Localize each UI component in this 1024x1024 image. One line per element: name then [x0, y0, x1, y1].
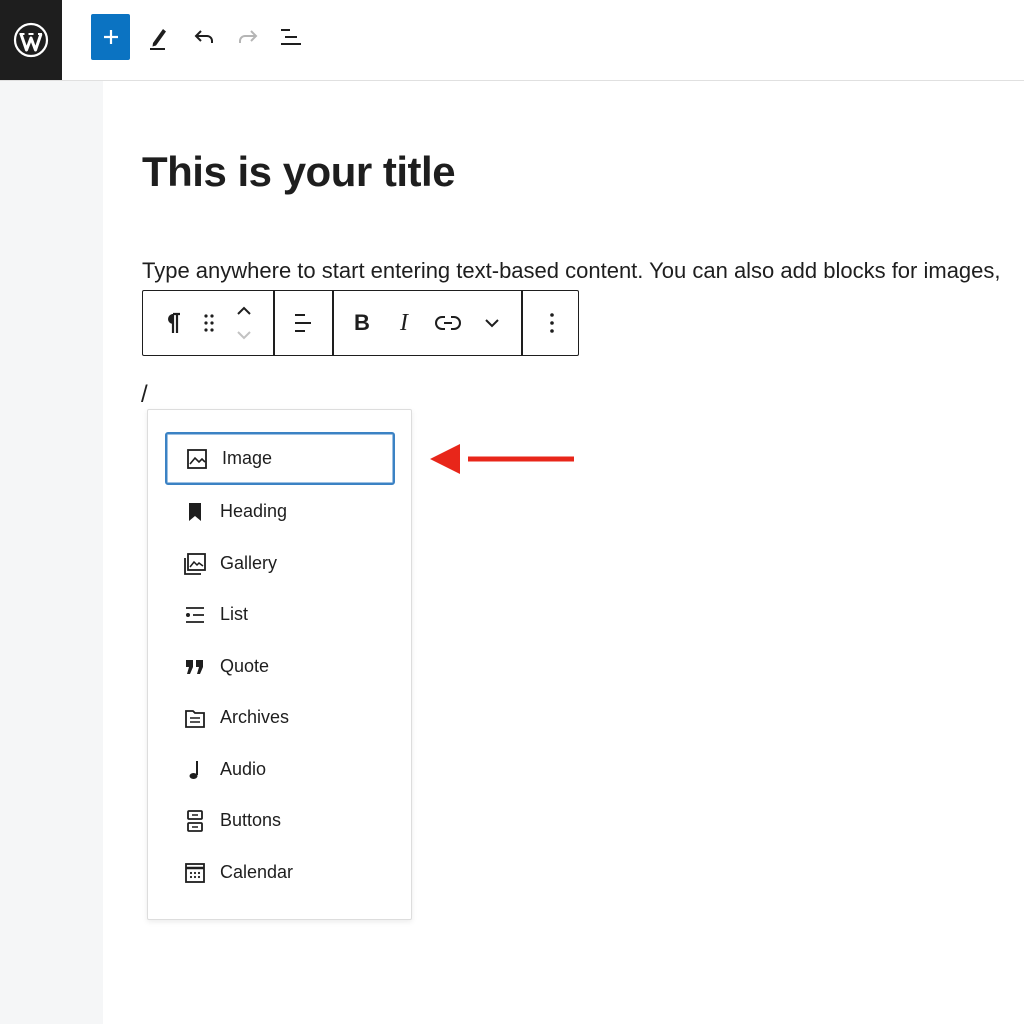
add-block-button[interactable] — [91, 14, 130, 60]
list-view-button[interactable] — [271, 14, 311, 60]
red-arrow-annotation — [430, 444, 574, 474]
pen-icon — [150, 29, 166, 50]
link-button[interactable] — [431, 291, 465, 355]
gallery-icon — [183, 552, 207, 576]
wordpress-logo-icon[interactable] — [0, 0, 62, 80]
bookmark-icon — [183, 500, 207, 524]
tools-button[interactable] — [138, 14, 178, 60]
redo-button[interactable] — [228, 14, 268, 60]
move-up-down-icon — [237, 306, 251, 340]
inserter-item-buttons[interactable]: Buttons — [165, 794, 395, 847]
more-formatting-button[interactable] — [477, 291, 507, 355]
bold-icon: B — [354, 310, 370, 335]
toolbar-separator — [332, 291, 334, 355]
drag-handle-icon — [204, 314, 214, 332]
align-button[interactable] — [283, 291, 323, 355]
post-title[interactable]: This is your title — [142, 148, 456, 196]
buttons-icon — [183, 809, 207, 833]
archive-icon — [183, 706, 207, 730]
more-options-icon — [550, 313, 554, 333]
align-icon — [295, 314, 311, 332]
italic-icon: I — [400, 309, 408, 336]
list-icon — [183, 603, 207, 627]
inserter-item-calendar[interactable]: Calendar — [165, 846, 395, 899]
drag-handle[interactable] — [195, 291, 223, 355]
undo-icon — [194, 30, 213, 43]
inserter-item-label: Calendar — [220, 862, 294, 882]
inserter-item-quote[interactable]: Quote — [165, 640, 395, 693]
inserter-item-image[interactable]: Image — [165, 432, 395, 485]
inserter-item-archives[interactable]: Archives — [165, 691, 395, 744]
italic-button[interactable]: I — [389, 291, 419, 355]
list-view-icon — [281, 29, 301, 45]
redo-icon — [239, 30, 258, 43]
options-button[interactable] — [537, 291, 567, 355]
quote-icon — [183, 655, 207, 679]
plus-icon — [103, 30, 118, 44]
inserter-item-list[interactable]: List — [165, 588, 395, 641]
inserter-item-label: List — [220, 604, 249, 624]
toolbar-separator — [521, 291, 523, 355]
image-icon — [185, 447, 209, 471]
link-icon — [435, 316, 461, 330]
inserter-item-audio[interactable]: Audio — [165, 743, 395, 796]
bold-button[interactable]: B — [347, 291, 377, 355]
paragraph-icon — [168, 312, 180, 333]
inserter-item-label: Heading — [220, 501, 288, 521]
inserter-item-label: Image — [222, 448, 273, 468]
inserter-item-label: Archives — [220, 707, 290, 727]
undo-button[interactable] — [184, 14, 224, 60]
slash-inserter-popover: Image Heading Gallery List Quote Archive… — [147, 409, 412, 920]
inserter-item-label: Quote — [220, 656, 270, 676]
move-up-down-button[interactable] — [229, 291, 259, 355]
music-note-icon — [183, 758, 207, 782]
block-type-button[interactable] — [157, 291, 189, 355]
chevron-down-icon — [485, 319, 499, 328]
editor-header — [0, 0, 1024, 81]
toolbar-separator — [273, 291, 275, 355]
paragraph-block[interactable]: Type anywhere to start entering text-bas… — [142, 258, 1012, 284]
calendar-icon — [183, 861, 207, 885]
inserter-item-label: Buttons — [220, 810, 282, 830]
inserter-item-heading[interactable]: Heading — [165, 485, 395, 538]
inserter-item-label: Gallery — [220, 553, 278, 573]
inserter-item-label: Audio — [220, 759, 267, 779]
block-toolbar: B I — [142, 290, 579, 356]
inserter-item-gallery[interactable]: Gallery — [165, 537, 395, 590]
editor-left-gutter — [0, 81, 103, 1024]
slash-command-text[interactable]: / — [141, 381, 148, 409]
